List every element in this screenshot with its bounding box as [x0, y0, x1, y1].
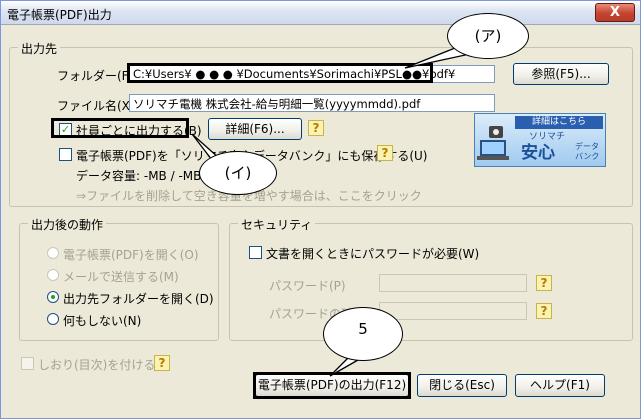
- details-button[interactable]: 詳細(F6)...: [208, 118, 302, 140]
- browse-button[interactable]: 参照(F5)...: [513, 63, 609, 85]
- output-destination-label: 出力先: [18, 40, 61, 57]
- password-required-checkbox[interactable]: [249, 246, 262, 259]
- close-button[interactable]: 閉じる(Esc): [417, 374, 507, 397]
- password-required-label: 文書を開くときにパスワードが必要(W): [266, 247, 480, 261]
- banner-subtitle-2: バンク: [575, 152, 600, 161]
- banner-details-link: 詳細はこちら: [515, 116, 603, 129]
- title-bar: 電子帳票(PDF)出力 X: [1, 1, 640, 25]
- open-pdf-radio[interactable]: [47, 247, 59, 259]
- send-mail-radio[interactable]: [47, 269, 59, 281]
- send-mail-label: メールで送信する(M): [63, 270, 179, 284]
- highlight-output-button: [253, 372, 411, 399]
- callout-five: 5: [323, 307, 403, 361]
- databank-checkbox[interactable]: [59, 148, 72, 161]
- filename-field[interactable]: ソリマチ電機 株式会社-給与明細一覧(yyyymmdd).pdf: [129, 94, 495, 112]
- folder-label: フォルダー(F): [57, 69, 134, 83]
- bookmark-checkbox[interactable]: [21, 357, 34, 370]
- filename-label: ファイル名(X): [57, 99, 135, 113]
- help-icon[interactable]: ?: [154, 355, 170, 371]
- do-nothing-radio[interactable]: [47, 313, 59, 325]
- banner-title: 安心: [521, 143, 555, 163]
- highlight-folder: [127, 63, 433, 83]
- password-confirm-field[interactable]: [379, 302, 527, 320]
- security-label: セキュリティ: [238, 216, 316, 233]
- open-folder-label: 出力先フォルダーを開く(D): [63, 292, 214, 306]
- databank-banner[interactable]: 詳細はこちら ソリマチ 安心 データ バンク: [474, 113, 606, 167]
- window-title: 電子帳票(PDF)出力: [7, 8, 112, 22]
- password-field[interactable]: [379, 274, 527, 292]
- open-folder-radio[interactable]: [47, 291, 59, 303]
- help-icon[interactable]: ?: [536, 275, 552, 291]
- laptop-lock-icon: [477, 126, 509, 160]
- data-capacity: データ容量: -MB / -MB: [76, 169, 202, 183]
- highlight-per-employee: [51, 118, 189, 138]
- password-label: パスワード(P): [269, 279, 346, 293]
- banner-subtitle-1: データ: [575, 142, 599, 151]
- bookmark-label: しおり(目次)を付ける(I): [38, 358, 169, 372]
- close-window-button[interactable]: X: [595, 3, 635, 22]
- pdf-output-dialog: 電子帳票(PDF)出力 X 出力先 フォルダー(F) C:¥Users¥ ● ●…: [0, 0, 641, 419]
- help-icon[interactable]: ?: [377, 145, 393, 161]
- help-button[interactable]: ヘルプ(F1): [515, 374, 605, 397]
- help-icon[interactable]: ?: [536, 303, 552, 319]
- callout-i: (イ): [199, 151, 277, 195]
- help-icon[interactable]: ?: [308, 120, 324, 136]
- callout-a: (ア): [447, 13, 529, 59]
- do-nothing-label: 何もしない(N): [63, 314, 142, 328]
- after-output-label: 出力後の動作: [28, 216, 107, 233]
- open-pdf-label: 電子帳票(PDF)を開く(O): [63, 248, 199, 262]
